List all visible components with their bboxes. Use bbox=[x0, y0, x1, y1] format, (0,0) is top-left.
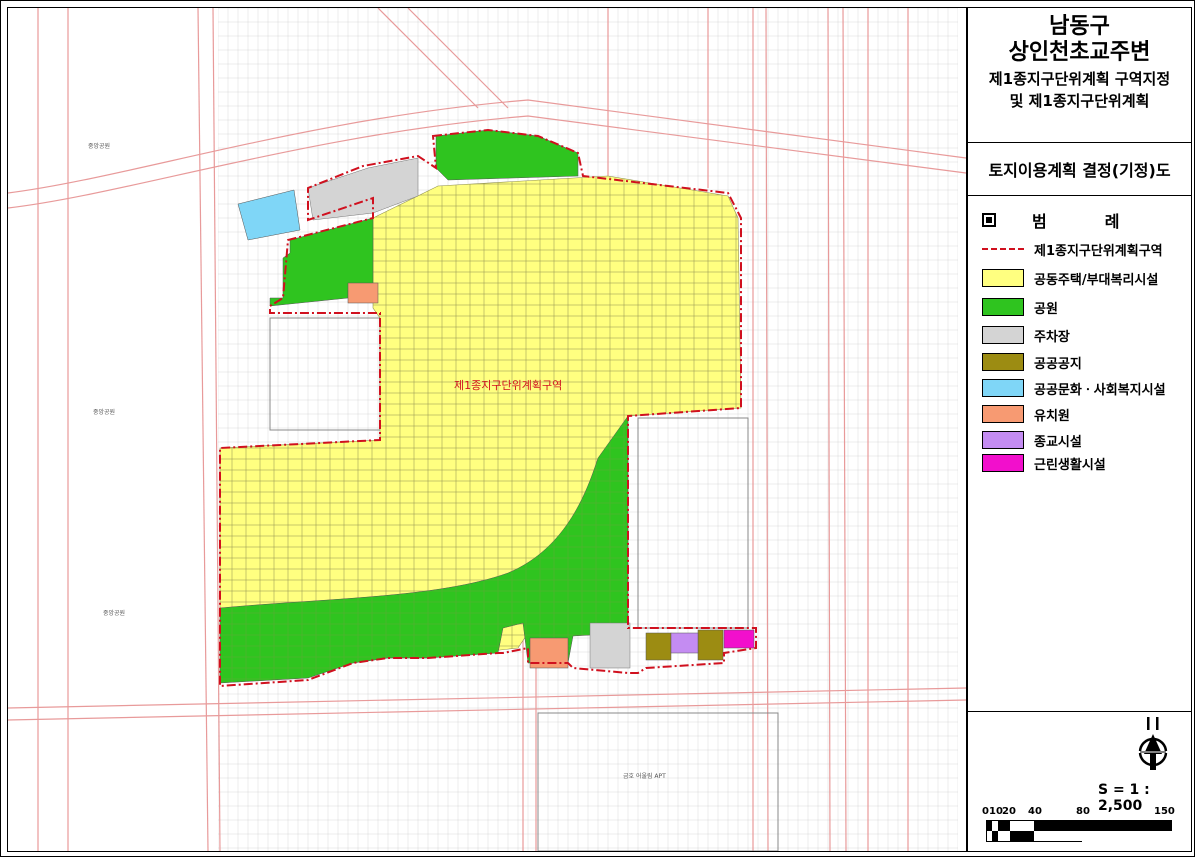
legend-swatch-religious bbox=[982, 431, 1024, 449]
legend-square-icon bbox=[982, 213, 996, 227]
info-panel: 남동구 상인천초교주변 제1종지구단위계획 구역지정 및 제1종지구단위계획 토… bbox=[967, 7, 1192, 852]
legend-swatch-boundary bbox=[982, 240, 1024, 258]
legend-item-religious: 종교시설 bbox=[982, 430, 1082, 450]
legend-item-commercial: 근린생활시설 bbox=[982, 453, 1106, 473]
apt-label: 금호 어울림 APT bbox=[623, 772, 666, 780]
north-arrow-icon bbox=[1138, 717, 1168, 770]
land-use-map[interactable]: 제1종지구단위계획구역 중앙공원 중앙공원 중앙공원 금호 어울림 APT bbox=[7, 7, 967, 852]
legend-item-park: 공원 bbox=[982, 297, 1058, 317]
parking-south[interactable] bbox=[589, 622, 631, 669]
legend-item-boundary: 제1종지구단위계획구역 bbox=[982, 239, 1163, 259]
legend-item-parking: 주차장 bbox=[982, 325, 1070, 345]
scale-bar bbox=[986, 820, 1172, 842]
public-open-space-2[interactable] bbox=[697, 629, 724, 661]
title-block: 남동구 상인천초교주변 제1종지구단위계획 구역지정 및 제1종지구단위계획 bbox=[968, 8, 1191, 143]
park-label-3: 중앙공원 bbox=[103, 609, 125, 617]
legend-item-kindergarten: 유치원 bbox=[982, 404, 1070, 424]
religious-facility[interactable] bbox=[670, 632, 699, 654]
legend-swatch-commercial bbox=[982, 454, 1024, 472]
sheet-frame: 제1종지구단위계획구역 중앙공원 중앙공원 중앙공원 금호 어울림 APT 남동… bbox=[0, 0, 1195, 857]
scale-ratio: S = 1 : 2,500 bbox=[1098, 782, 1150, 814]
legend: 범례 제1종지구단위계획구역 공동주택/부대복리시설 공원 주차장 공공공지 공… bbox=[968, 196, 1191, 712]
title-line-3: 제1종지구단위계획 구역지정 bbox=[988, 70, 1171, 88]
subtitle-block: 토지이용계획 결정(기정)도 bbox=[968, 143, 1191, 196]
legend-heading: 범례 bbox=[982, 208, 1182, 232]
subtitle: 토지이용계획 결정(기정)도 bbox=[988, 161, 1171, 180]
map-canvas: 제1종지구단위계획구역 중앙공원 중앙공원 중앙공원 금호 어울림 APT bbox=[8, 8, 966, 851]
legend-item-open-space: 공공공지 bbox=[982, 352, 1082, 372]
title-line-4: 및 제1종지구단위계획 bbox=[1009, 92, 1150, 110]
scale-block: S = 1 : 2,500 0 10 20 40 80 150 bbox=[968, 712, 1191, 851]
legend-swatch-parking bbox=[982, 326, 1024, 344]
district-label: 제1종지구단위계획구역 bbox=[454, 379, 562, 392]
kindergarten-north[interactable] bbox=[347, 282, 379, 304]
legend-item-culture: 공공문화ㆍ사회복지시설 bbox=[982, 378, 1166, 398]
public-open-space-1[interactable] bbox=[645, 632, 672, 661]
park-label-1: 중앙공원 bbox=[88, 142, 110, 150]
legend-item-residential: 공동주택/부대복리시설 bbox=[982, 268, 1158, 288]
legend-swatch-open-space bbox=[982, 353, 1024, 371]
title-line-1: 남동구 bbox=[1049, 14, 1110, 39]
legend-swatch-kindergarten bbox=[982, 405, 1024, 423]
neighborhood-commercial[interactable] bbox=[723, 629, 755, 649]
legend-swatch-park bbox=[982, 298, 1024, 316]
title-line-2: 상인천초교주변 bbox=[1008, 40, 1151, 65]
park-label-2: 중앙공원 bbox=[93, 408, 115, 416]
legend-swatch-residential bbox=[982, 269, 1024, 287]
legend-swatch-culture bbox=[982, 379, 1024, 397]
